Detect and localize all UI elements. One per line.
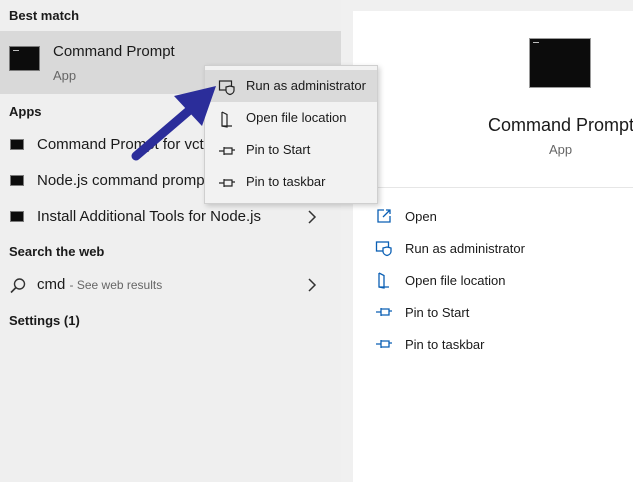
context-menu-label: Pin to taskbar xyxy=(246,174,326,189)
command-prompt-icon xyxy=(9,46,40,71)
apps-header: Apps xyxy=(9,104,42,119)
shield-icon xyxy=(375,241,392,257)
command-prompt-icon xyxy=(10,175,24,186)
best-match-subtitle: App xyxy=(53,68,77,83)
web-result-text: cmd - See web results xyxy=(37,276,162,293)
action-label: Pin to Start xyxy=(405,305,470,320)
settings-header[interactable]: Settings (1) xyxy=(9,313,80,328)
app-title: Command Prompt xyxy=(488,115,633,135)
context-menu-label: Pin to Start xyxy=(246,142,311,157)
command-prompt-icon xyxy=(10,139,24,150)
action-run-as-administrator[interactable]: Run as administrator xyxy=(375,236,625,262)
folder-icon xyxy=(378,272,389,289)
context-menu: Run as administrator Open file location … xyxy=(204,65,378,204)
app-item-label: Node.js command prompt xyxy=(37,172,209,189)
chevron-right-icon[interactable] xyxy=(303,276,321,294)
context-menu-pin-to-taskbar[interactable]: Pin to taskbar xyxy=(205,166,377,198)
app-subtitle: App xyxy=(549,142,573,157)
best-match-header: Best match xyxy=(9,8,80,23)
context-menu-pin-to-start[interactable]: Pin to Start xyxy=(205,134,377,166)
best-match-title: Command Prompt xyxy=(53,43,175,60)
app-item-install-tools[interactable]: Install Additional Tools for Node.js xyxy=(0,200,341,236)
action-label: Open file location xyxy=(405,273,506,288)
pin-icon xyxy=(376,340,392,348)
context-menu-label: Open file location xyxy=(246,110,347,125)
action-label: Pin to taskbar xyxy=(405,337,485,352)
app-item-label: Install Additional Tools for Node.js xyxy=(37,208,262,225)
web-hint: - See web results xyxy=(69,278,163,292)
search-web-header: Search the web xyxy=(9,244,105,259)
command-prompt-large-icon xyxy=(529,38,591,88)
context-menu-open-file-location[interactable]: Open file location xyxy=(205,102,377,134)
action-pin-to-start[interactable]: Pin to Start xyxy=(375,300,625,326)
action-label: Run as administrator xyxy=(405,241,525,256)
search-icon xyxy=(10,278,26,294)
action-open[interactable]: Open xyxy=(375,204,625,230)
web-query: cmd xyxy=(37,276,66,293)
pin-icon xyxy=(376,308,392,316)
context-menu-run-as-administrator[interactable]: Run as administrator xyxy=(205,70,377,102)
action-open-file-location[interactable]: Open file location xyxy=(375,268,625,294)
open-icon xyxy=(377,209,391,223)
chevron-right-icon[interactable] xyxy=(303,208,321,226)
divider xyxy=(353,187,633,188)
pin-icon xyxy=(219,179,235,187)
web-search-result[interactable]: cmd - See web results xyxy=(0,268,341,304)
annotation-arrow-icon xyxy=(131,86,216,161)
action-pin-to-taskbar[interactable]: Pin to taskbar xyxy=(375,332,625,358)
context-menu-label: Run as administrator xyxy=(246,78,366,93)
action-label: Open xyxy=(405,209,437,224)
command-prompt-icon xyxy=(10,211,24,222)
